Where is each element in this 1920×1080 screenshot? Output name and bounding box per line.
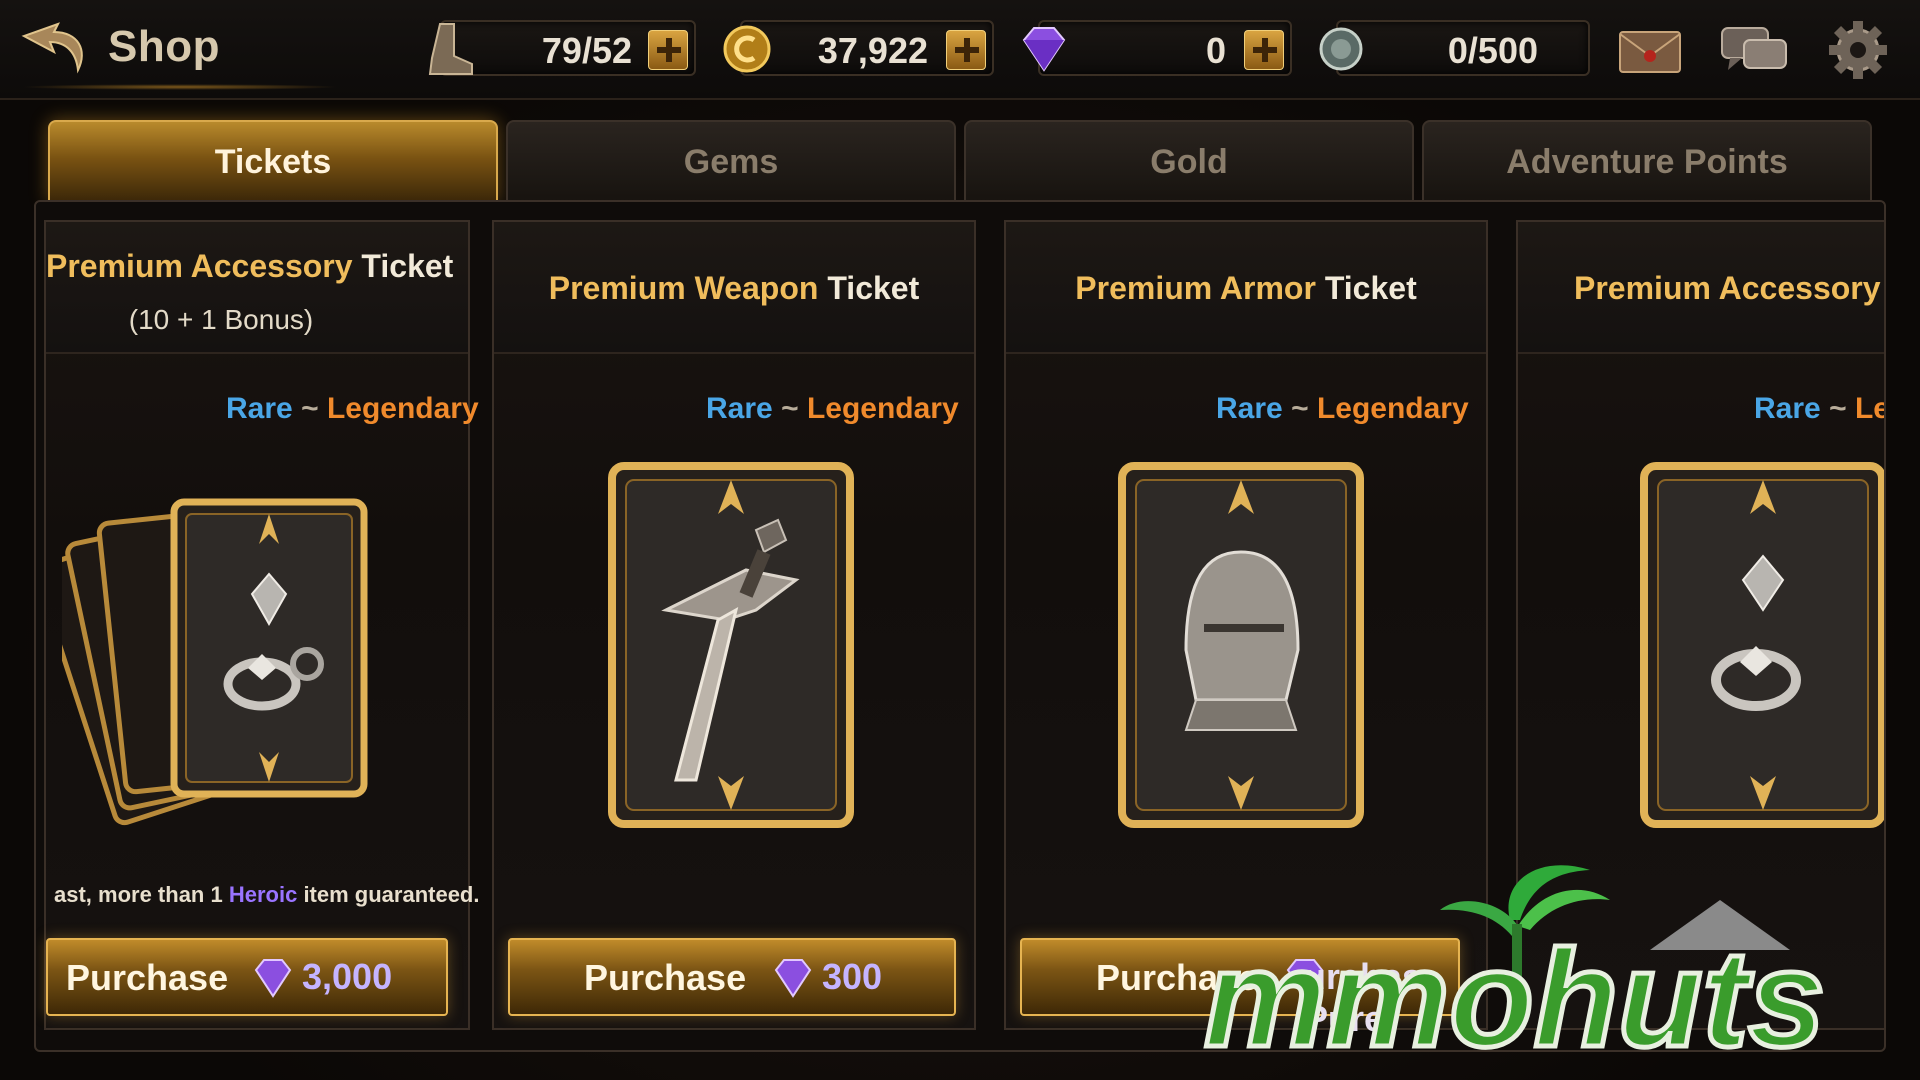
accessory-ticket-image bbox=[1640, 462, 1884, 828]
product-name-suffix: Ticket bbox=[1324, 270, 1417, 306]
purple-gem-icon bbox=[1022, 27, 1066, 72]
guarantee-tier: Heroic bbox=[228, 882, 298, 907]
product-name-primary: Premium Weapon bbox=[548, 270, 819, 306]
gem-counter: 0 bbox=[1022, 20, 1292, 76]
product-card-weapon: Premium Weapon Ticket Rare ~ Legendary P… bbox=[492, 220, 976, 1030]
purchase-button[interactable]: Purchase 300 bbox=[508, 938, 956, 1016]
title-underline-glow bbox=[20, 84, 340, 90]
rarity-separator: ~ bbox=[781, 392, 799, 425]
page-title: Shop bbox=[108, 22, 220, 71]
adventure-points-counter: 0/500 bbox=[1319, 20, 1590, 76]
guarantee-note: ast, more than 1 Heroic item guaranteed. bbox=[54, 882, 479, 908]
guarantee-text: ast, more than 1 bbox=[54, 882, 229, 907]
gold-value: 37,922 bbox=[817, 30, 928, 71]
card-header: Premium Accessory T bbox=[1518, 222, 1884, 354]
chat-icon[interactable] bbox=[1716, 18, 1792, 82]
tab-gems[interactable]: Gems bbox=[506, 120, 956, 202]
product-name-primary: Premium Accessory bbox=[46, 248, 353, 284]
rarity-min: Rare bbox=[1216, 392, 1283, 425]
purchase-label: Purchase bbox=[584, 957, 747, 998]
gold-counter: 37,922 bbox=[723, 20, 994, 76]
stamina-counter: 79/52 bbox=[428, 20, 696, 76]
stamina-value: 79/52 bbox=[541, 30, 632, 71]
rarity-max: Le bbox=[1854, 392, 1884, 425]
product-card-accessory-bundle: Premium Accessory Ticket (10 + 1 Bonus) … bbox=[44, 220, 479, 1030]
product-name: Premium Weapon Ticket bbox=[494, 270, 974, 307]
rarity-max: Legendary bbox=[326, 392, 479, 425]
boot-stamina-icon bbox=[428, 23, 473, 75]
purple-gem-icon bbox=[254, 959, 292, 998]
rarity-range: Rare ~ Legendary bbox=[226, 392, 479, 426]
product-name-suffix: Ticket bbox=[827, 270, 920, 306]
adventure-point-icon bbox=[1319, 27, 1363, 71]
rarity-min: Rare bbox=[226, 392, 293, 425]
gem-value: 0 bbox=[1205, 30, 1226, 71]
product-name: Premium Accessory Ticket bbox=[46, 248, 468, 285]
shop-tabs: Tickets Gems Gold Adventure Points bbox=[48, 120, 1872, 202]
gold-coin-icon bbox=[723, 25, 771, 73]
card-header: Premium Accessory Ticket (10 + 1 Bonus) bbox=[46, 222, 468, 354]
add-stamina-button[interactable] bbox=[648, 30, 688, 70]
guarantee-text-end: item guaranteed. bbox=[297, 882, 480, 907]
tab-tickets[interactable]: Tickets bbox=[48, 120, 498, 202]
rarity-range: Rare ~ Legendary bbox=[706, 392, 959, 426]
bonus-label: (10 + 1 Bonus) bbox=[128, 304, 314, 335]
accessory-ticket-stack-image bbox=[62, 498, 368, 826]
rarity-separator: ~ bbox=[1291, 392, 1309, 425]
armor-ticket-image bbox=[1118, 462, 1364, 828]
card-header: Premium Weapon Ticket bbox=[494, 222, 974, 354]
price-value: 3,000 bbox=[302, 956, 393, 997]
weapon-ticket-image bbox=[608, 462, 854, 828]
rarity-max: Legendary bbox=[1316, 392, 1469, 425]
purchase-button[interactable]: Purchase 3,000 bbox=[46, 938, 448, 1016]
rarity-separator: ~ bbox=[1829, 392, 1847, 425]
purple-gem-icon bbox=[774, 959, 812, 998]
rarity-min: Rare bbox=[1754, 392, 1821, 425]
product-name-primary: Premium Accessory bbox=[1574, 270, 1881, 306]
watermark-logo: mmohuts bbox=[1202, 865, 1828, 1060]
rarity-min: Rare bbox=[706, 392, 773, 425]
card-header: Premium Armor Ticket bbox=[1006, 222, 1486, 354]
watermark-text: mmohuts bbox=[1204, 922, 1825, 1060]
shop-screen: Shop 79/52 37,922 0 0/500 Tickets Gems G… bbox=[0, 0, 1920, 1080]
rarity-range: Rare ~ Legendary bbox=[1216, 392, 1469, 426]
purchase-label: Purchase bbox=[66, 957, 229, 998]
product-name-suffix: Ticket bbox=[361, 248, 454, 284]
adventure-points-value: 0/500 bbox=[1447, 30, 1538, 71]
price-value: 300 bbox=[822, 956, 883, 997]
tab-gold[interactable]: Gold bbox=[964, 120, 1414, 202]
rarity-separator: ~ bbox=[301, 392, 319, 425]
product-name: Premium Accessory T bbox=[1574, 270, 1884, 307]
product-name-primary: Premium Armor bbox=[1075, 270, 1316, 306]
back-arrow-icon[interactable] bbox=[14, 10, 94, 90]
top-bar: Shop 79/52 37,922 0 0/500 bbox=[0, 0, 1920, 100]
mail-icon[interactable] bbox=[1612, 18, 1688, 82]
add-gold-button[interactable] bbox=[946, 30, 986, 70]
rarity-range: Rare ~ Le bbox=[1754, 392, 1884, 426]
tab-adventure-points[interactable]: Adventure Points bbox=[1422, 120, 1872, 202]
add-gems-button[interactable] bbox=[1244, 30, 1284, 70]
product-name: Premium Armor Ticket bbox=[1006, 270, 1486, 307]
settings-gear-icon[interactable] bbox=[1820, 18, 1896, 82]
rarity-max: Legendary bbox=[806, 392, 959, 425]
